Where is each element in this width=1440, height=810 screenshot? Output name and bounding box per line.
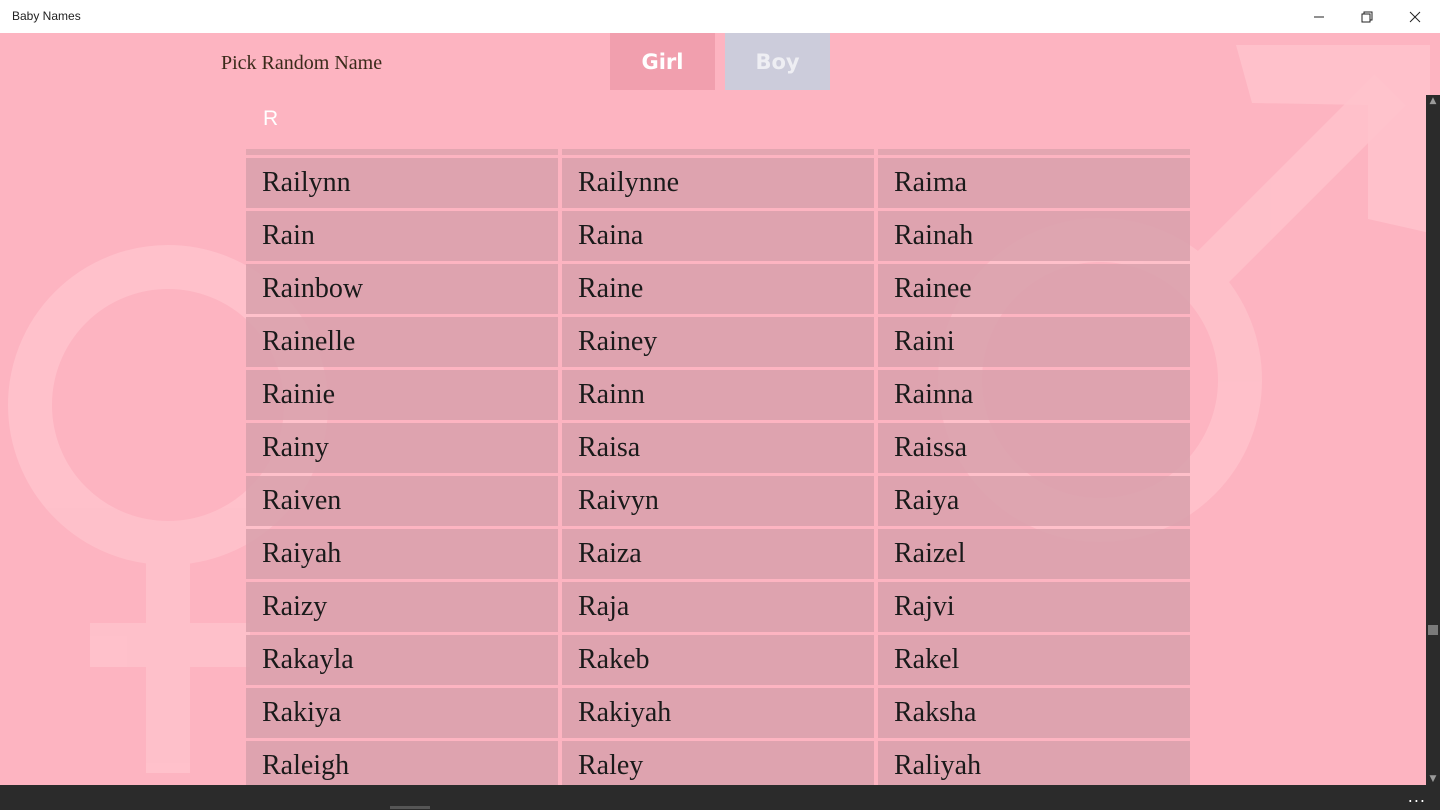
names-list: Railynn Railynne Raima Rain Raina Rainah… bbox=[246, 158, 1192, 785]
name-cell[interactable]: Rainie bbox=[246, 370, 558, 420]
name-cell[interactable]: Rakiyah bbox=[562, 688, 874, 738]
name-cell[interactable]: Rainee bbox=[878, 264, 1190, 314]
name-cell[interactable]: Raina bbox=[562, 211, 874, 261]
name-cell[interactable]: Rainbow bbox=[246, 264, 558, 314]
name-cell[interactable]: Rakeb bbox=[562, 635, 874, 685]
name-cell[interactable]: Rakayla bbox=[246, 635, 558, 685]
vertical-scrollbar[interactable]: ▲ ▼ bbox=[1426, 95, 1440, 785]
minimize-button[interactable] bbox=[1296, 0, 1342, 33]
name-cell[interactable]: Raiza bbox=[562, 529, 874, 579]
name-cell[interactable]: Raley bbox=[562, 741, 874, 785]
minimize-icon bbox=[1314, 16, 1324, 17]
name-cell[interactable]: Raivyn bbox=[562, 476, 874, 526]
column-header bbox=[562, 149, 874, 155]
girl-button[interactable]: Girl bbox=[610, 33, 715, 90]
grid-header bbox=[246, 149, 1192, 155]
name-cell[interactable]: Raliyah bbox=[878, 741, 1190, 785]
boy-button[interactable]: Boy bbox=[725, 33, 830, 90]
restore-icon bbox=[1361, 11, 1373, 22]
name-cell[interactable]: Rainy bbox=[246, 423, 558, 473]
name-cell[interactable]: Rainey bbox=[562, 317, 874, 367]
scroll-down-icon[interactable]: ▼ bbox=[1426, 773, 1440, 785]
column-header bbox=[246, 149, 558, 155]
name-cell[interactable]: Rainn bbox=[562, 370, 874, 420]
name-cell[interactable]: Rainelle bbox=[246, 317, 558, 367]
name-cell[interactable]: Raima bbox=[878, 158, 1190, 208]
column-header bbox=[878, 149, 1190, 155]
name-cell[interactable]: Raiya bbox=[878, 476, 1190, 526]
title-bar: Baby Names bbox=[0, 0, 1440, 33]
restore-button[interactable] bbox=[1344, 0, 1390, 33]
name-cell[interactable]: Raiyah bbox=[246, 529, 558, 579]
name-cell[interactable]: Rakiya bbox=[246, 688, 558, 738]
name-cell[interactable]: Raini bbox=[878, 317, 1190, 367]
app-bar: ... bbox=[0, 785, 1440, 810]
app-title: Baby Names bbox=[12, 9, 81, 23]
name-cell[interactable]: Rain bbox=[246, 211, 558, 261]
name-cell[interactable]: Rakel bbox=[878, 635, 1190, 685]
name-cell[interactable]: Rainna bbox=[878, 370, 1190, 420]
name-cell[interactable]: Raisa bbox=[562, 423, 874, 473]
name-cell[interactable]: Raizy bbox=[246, 582, 558, 632]
nav-indicator bbox=[390, 806, 430, 809]
more-options-button[interactable]: ... bbox=[1408, 787, 1426, 806]
name-cell[interactable]: Raissa bbox=[878, 423, 1190, 473]
name-cell[interactable]: Raja bbox=[562, 582, 874, 632]
names-grid: Railynn Railynne Raima Rain Raina Rainah… bbox=[246, 149, 1192, 785]
scroll-up-icon[interactable]: ▲ bbox=[1426, 95, 1440, 107]
name-cell[interactable]: Railynne bbox=[562, 158, 874, 208]
close-icon bbox=[1409, 11, 1421, 22]
name-cell[interactable]: Raleigh bbox=[246, 741, 558, 785]
scrollbar-thumb[interactable] bbox=[1428, 625, 1438, 635]
letter-filter[interactable]: R bbox=[263, 107, 278, 131]
name-cell[interactable]: Raksha bbox=[878, 688, 1190, 738]
name-cell[interactable]: Rainah bbox=[878, 211, 1190, 261]
name-cell[interactable]: Raizel bbox=[878, 529, 1190, 579]
app-content: Pick Random Name Girl Boy R Railynn Rail… bbox=[0, 33, 1440, 785]
close-button[interactable] bbox=[1392, 0, 1438, 33]
name-cell[interactable]: Raiven bbox=[246, 476, 558, 526]
name-cell[interactable]: Railynn bbox=[246, 158, 558, 208]
pick-random-name-link[interactable]: Pick Random Name bbox=[221, 52, 382, 75]
name-cell[interactable]: Raine bbox=[562, 264, 874, 314]
name-cell[interactable]: Rajvi bbox=[878, 582, 1190, 632]
